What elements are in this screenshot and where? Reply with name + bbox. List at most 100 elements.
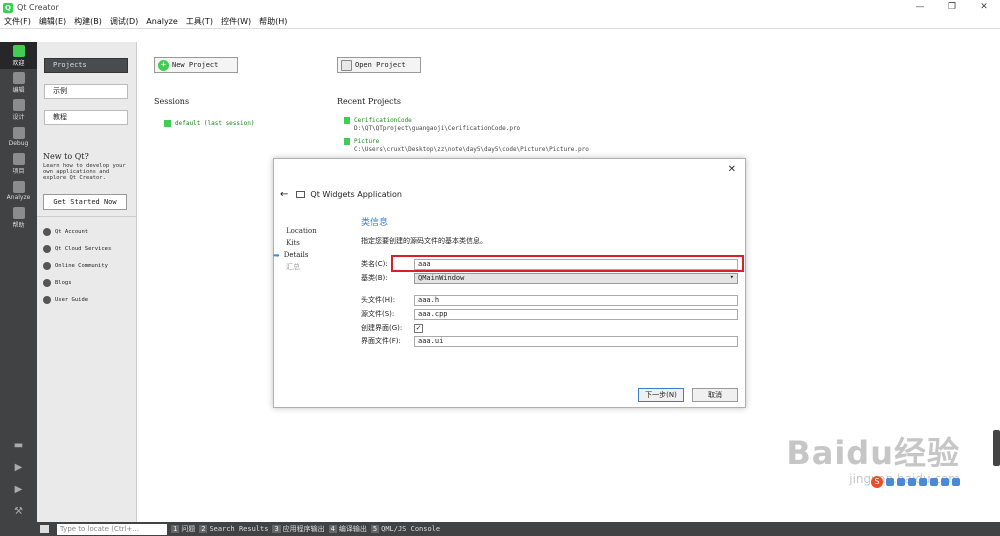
output-pane-compile[interactable]: 4 编译输出 xyxy=(328,524,367,534)
form-file-label: 界面文件(F): xyxy=(361,337,401,345)
mode-design[interactable]: 设计 xyxy=(0,96,37,123)
window-icon xyxy=(296,191,306,198)
ime-menu-icon[interactable] xyxy=(952,478,960,486)
design-icon xyxy=(12,98,25,111)
header-file-input[interactable]: aaa.h xyxy=(414,294,738,306)
create-form-checkbox[interactable]: ✓ xyxy=(414,323,423,333)
header-file-row: 头文件(H): aaa.h xyxy=(361,294,738,306)
recent-project-item[interactable]: CerificationCode D:\QT\QTproject\guangao… xyxy=(344,117,520,132)
debug-run-icon[interactable]: ▶ xyxy=(0,478,37,500)
ime-mode-icon[interactable] xyxy=(886,478,894,486)
open-file-icon xyxy=(341,59,352,71)
tutorials-button[interactable]: 教程 xyxy=(44,110,128,125)
step-kits: Kits xyxy=(286,239,300,247)
current-step-arrow-icon: ➡ xyxy=(273,250,280,260)
dialog-title: Qt Widgets Application xyxy=(310,190,402,199)
plus-icon: + xyxy=(158,59,169,71)
cloud-icon xyxy=(43,244,51,253)
form-file-row: 界面文件(F): aaa.ui xyxy=(361,335,738,347)
mode-analyze[interactable]: Analyze xyxy=(0,177,37,204)
ime-toolbar: S xyxy=(871,476,992,488)
output-pane-issues[interactable]: 1 问题 xyxy=(171,524,195,534)
header-file-label: 头文件(H): xyxy=(361,296,396,304)
side-gauge xyxy=(993,430,1000,466)
new-to-qt-text: Learn how to develop your own applicatio… xyxy=(43,163,126,181)
status-bar: Type to locate (Ctrl+... 1 问题 2 Search Res… xyxy=(0,522,1000,536)
maximize-icon[interactable]: ❐ xyxy=(936,0,968,15)
minimize-icon[interactable]: — xyxy=(904,0,936,15)
mode-welcome[interactable]: 欢迎 xyxy=(0,42,37,69)
mode-projects[interactable]: 项目 xyxy=(0,150,37,177)
ime-voice-icon[interactable] xyxy=(908,478,916,486)
new-to-qt-title: New to Qt? xyxy=(43,152,89,161)
projects-button[interactable]: Projects xyxy=(44,58,128,73)
sidebar-toggle-icon[interactable] xyxy=(40,525,49,533)
base-class-label: 基类(B): xyxy=(361,274,388,282)
ime-logo-icon[interactable]: S xyxy=(871,476,883,488)
link-qt-cloud[interactable]: Qt Cloud Services xyxy=(37,240,137,257)
new-project-button[interactable]: + New Project xyxy=(154,57,238,73)
ime-keyboard-icon[interactable] xyxy=(919,478,927,486)
section-description: 指定您要创建的源码文件的基本类信息。 xyxy=(361,237,487,245)
examples-button[interactable]: 示例 xyxy=(44,84,128,99)
ime-skin-icon[interactable] xyxy=(930,478,938,486)
menu-widgets[interactable]: 控件(W) xyxy=(221,16,251,27)
dialog-header: ← Qt Widgets Application xyxy=(280,189,402,200)
new-class-wizard-dialog: ✕ ← Qt Widgets Application Location Kits… xyxy=(273,158,746,408)
mode-help[interactable]: 帮助 xyxy=(0,204,37,231)
menu-file[interactable]: 文件(F) xyxy=(4,16,31,27)
mode-debug[interactable]: Debug xyxy=(0,123,37,150)
menu-debug[interactable]: 调试(D) xyxy=(110,16,138,27)
menu-tools[interactable]: 工具(T) xyxy=(186,16,213,27)
kit-selector-icon[interactable]: ▬ xyxy=(0,434,37,456)
welcome-links: Qt Account Qt Cloud Services Online Comm… xyxy=(37,216,137,308)
cancel-button[interactable]: 取消 xyxy=(692,388,738,402)
menu-edit[interactable]: 编辑(E) xyxy=(39,16,66,27)
mode-bar: 欢迎 编辑 设计 Debug 项目 Analyze 帮助 ▬ ▶ ▶ ⚒ xyxy=(0,42,37,522)
menu-help[interactable]: 帮助(H) xyxy=(259,16,287,27)
link-community[interactable]: Online Community xyxy=(37,257,137,274)
watermark-title: Baidu经验 xyxy=(786,434,960,472)
create-form-row: 创建界面(G): ✓ xyxy=(361,322,423,334)
ime-punct-icon[interactable] xyxy=(897,478,905,486)
dialog-close-icon[interactable]: ✕ xyxy=(728,164,736,175)
source-file-row: 源文件(S): aaa.cpp xyxy=(361,308,738,320)
form-file-input[interactable]: aaa.ui xyxy=(414,335,738,347)
menu-build[interactable]: 构建(B) xyxy=(74,16,102,27)
help-icon xyxy=(12,206,25,219)
output-pane-search[interactable]: 2 Search Results xyxy=(199,525,268,533)
source-file-input[interactable]: aaa.cpp xyxy=(414,308,738,320)
session-item[interactable]: default (last session) xyxy=(164,120,254,127)
link-blogs[interactable]: Blogs xyxy=(37,274,137,291)
analyze-icon xyxy=(12,180,25,193)
back-arrow-icon[interactable]: ← xyxy=(280,189,288,200)
title-bar: Q Qt Creator — ❐ ✕ xyxy=(0,0,1000,15)
account-icon xyxy=(43,227,51,236)
run-icon[interactable]: ▶ xyxy=(0,456,37,478)
build-hammer-icon[interactable]: ⚒ xyxy=(0,500,37,522)
base-class-select[interactable]: QMainWindow xyxy=(414,272,738,284)
base-class-row: 基类(B): QMainWindow xyxy=(361,272,738,284)
wizard-steps: Location Kits ➡ Details 汇总 xyxy=(273,225,317,273)
window-title: Qt Creator xyxy=(17,3,59,12)
next-button[interactable]: 下一步(N) xyxy=(638,388,684,402)
ime-shirt-icon[interactable] xyxy=(941,478,949,486)
create-form-label: 创建界面(G): xyxy=(361,324,403,332)
get-started-button[interactable]: Get Started Now xyxy=(43,194,127,210)
output-pane-app-output[interactable]: 3 应用程序输出 xyxy=(272,524,325,534)
locator-input[interactable]: Type to locate (Ctrl+... xyxy=(57,523,167,535)
output-pane-qml-console[interactable]: 5 QML/JS Console xyxy=(370,525,440,533)
step-location: Location xyxy=(286,227,317,235)
sessions-title: Sessions xyxy=(154,97,190,106)
open-project-button[interactable]: Open Project xyxy=(337,57,421,73)
close-icon[interactable]: ✕ xyxy=(968,0,1000,15)
link-user-guide[interactable]: User Guide xyxy=(37,291,137,308)
recent-project-item[interactable]: Picture C:\Users\cruxt\Desktop\zz\note\d… xyxy=(344,138,589,153)
menu-analyze[interactable]: Analyze xyxy=(146,17,178,26)
community-icon xyxy=(43,261,51,270)
link-qt-account[interactable]: Qt Account xyxy=(37,223,137,240)
step-summary: 汇总 xyxy=(286,263,300,271)
section-title: 类信息 xyxy=(361,218,389,228)
debug-icon xyxy=(12,126,25,139)
mode-edit[interactable]: 编辑 xyxy=(0,69,37,96)
